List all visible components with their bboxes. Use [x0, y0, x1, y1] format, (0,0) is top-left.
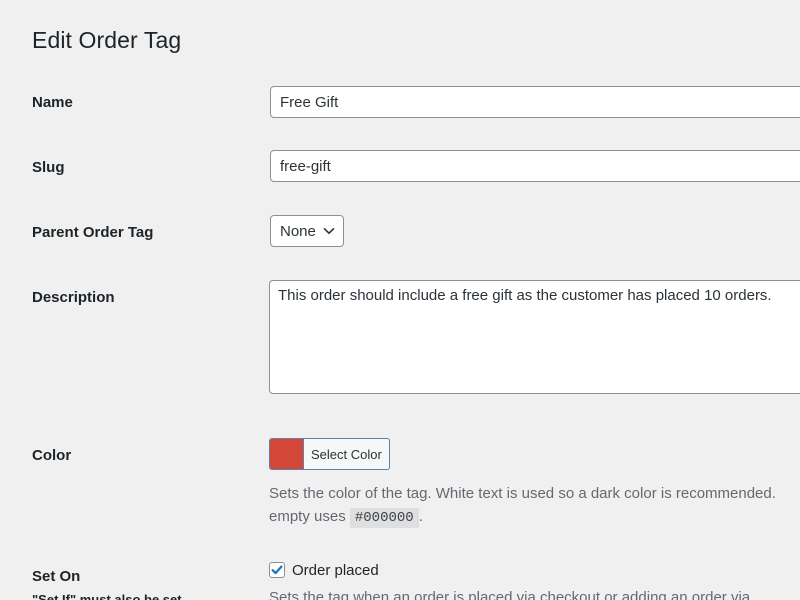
color-help-line2-suffix: .	[418, 508, 423, 525]
set-on-help-text: Sets the tag when an order is placed via…	[269, 589, 751, 600]
slug-label: Slug	[32, 159, 65, 176]
description-label: Description	[32, 289, 115, 306]
edit-order-tag-page: Edit Order Tag Name Slug Parent Order Ta…	[0, 0, 800, 600]
select-color-label: Select Color	[311, 446, 382, 462]
parent-order-tag-select[interactable]: None	[270, 215, 344, 247]
color-help-text: Sets the color of the tag. White text is…	[269, 482, 776, 505]
page-title: Edit Order Tag	[32, 27, 182, 53]
order-placed-checkbox[interactable]	[269, 562, 285, 578]
color-help-line1: Sets the color of the tag. White text is…	[269, 485, 776, 502]
set-on-sub-label: "Set If" must also be set	[32, 592, 182, 600]
slug-input[interactable]	[270, 150, 800, 182]
select-color-button[interactable]: Select Color	[269, 438, 390, 470]
chevron-down-icon	[323, 225, 335, 237]
color-help-text-2: empty uses #000000.	[269, 505, 423, 530]
default-color-code: #000000	[349, 508, 419, 528]
color-help-line2-prefix: empty uses	[269, 508, 346, 525]
check-icon	[270, 563, 284, 577]
parent-order-tag-label: Parent Order Tag	[32, 224, 154, 241]
color-label: Color	[32, 447, 72, 464]
set-on-label: Set On	[32, 568, 81, 585]
parent-order-tag-selected-value: None	[280, 222, 316, 240]
description-textarea[interactable]: This order should include a free gift as…	[269, 280, 800, 394]
color-swatch	[270, 439, 304, 469]
order-placed-label[interactable]: Order placed	[292, 562, 379, 579]
name-label: Name	[32, 94, 73, 111]
name-input[interactable]	[270, 86, 800, 118]
